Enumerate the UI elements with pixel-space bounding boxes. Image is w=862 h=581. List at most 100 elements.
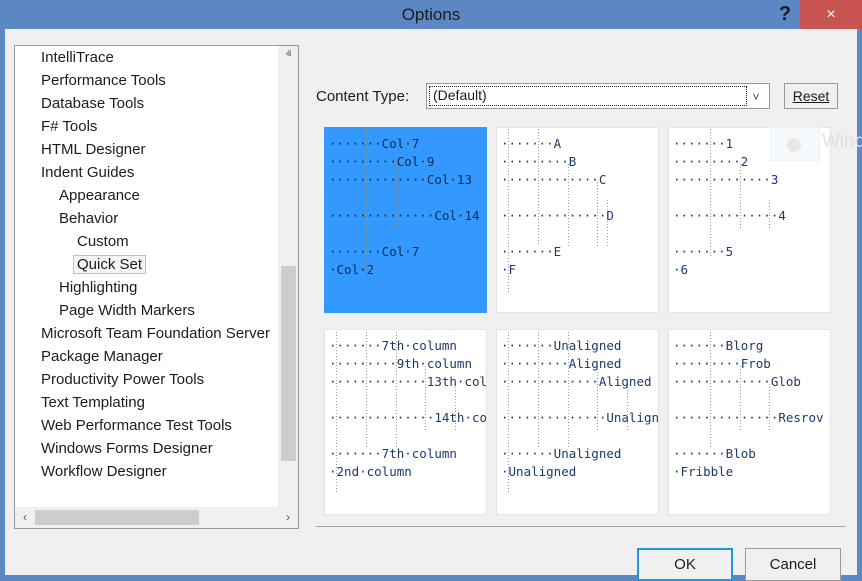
scroll-left-icon[interactable]: ‹ [15, 507, 35, 527]
tree-item-label: Highlighting [59, 279, 137, 296]
preview-line: ··············Resrov [673, 410, 824, 425]
tree-item[interactable]: ›Windows Forms Designer [15, 437, 277, 460]
tree-item[interactable]: ›F# Tools [15, 115, 277, 138]
preview-line: ·········9th·column [329, 356, 472, 371]
horizontal-scrollbar-thumb[interactable] [35, 510, 199, 525]
preview-line: ·F [501, 262, 516, 277]
preview-content: ·······A ·········B ·············C ········… [501, 136, 658, 312]
close-icon[interactable]: × [800, 0, 862, 29]
preview-line: ·········Frob [673, 356, 771, 371]
tree-item[interactable]: Page Width Markers [15, 299, 277, 322]
preview-line: ·6 [673, 262, 688, 277]
scroll-up-icon[interactable]: ⱏ [278, 46, 299, 65]
tree-horizontal-scrollbar[interactable]: ‹ › [14, 507, 299, 529]
preview-line: ·······Blorg [673, 338, 763, 353]
tree-item-label: IntelliTrace [41, 49, 114, 66]
content-type-combobox[interactable]: (Default) ˅ [426, 83, 770, 109]
tree-item[interactable]: ›Database Tools [15, 92, 277, 115]
reset-button-label: Reset [793, 88, 830, 104]
reset-button[interactable]: Reset [784, 83, 838, 109]
preview-line: ·············C [501, 172, 606, 187]
tree-item-label: Productivity Power Tools [41, 371, 204, 388]
preview-line: ·······Unaligned [501, 338, 621, 353]
tree-item[interactable]: ›HTML Designer [15, 138, 277, 161]
tree-item[interactable]: ›Microsoft Team Foundation Server [15, 322, 277, 345]
tree-item[interactable]: ›Workflow Designer [15, 460, 277, 483]
preview-letters[interactable]: ·······A ·········B ·············C ········… [496, 127, 659, 313]
scroll-right-icon[interactable]: › [278, 507, 298, 527]
preview-line: ··············Unaligne [501, 410, 659, 425]
tree-vertical-scrollbar[interactable]: ⱏ ⱟ [277, 46, 298, 507]
preview-line: ·······A [501, 136, 561, 151]
preview-col-numbers[interactable]: ·······Col·7·········Col·9·············C… [324, 127, 487, 313]
preview-line: ·······7th·column [329, 446, 457, 461]
tree-item[interactable]: Custom [15, 230, 277, 253]
tree-item-label: Appearance [59, 187, 140, 204]
tree-item[interactable]: ◢Indent Guides [15, 161, 277, 184]
tree-item-label: Custom [77, 233, 129, 250]
options-tree[interactable]: ›IntelliTrace›Performance Tools›Database… [15, 46, 277, 486]
tree-item-label: Workflow Designer [41, 463, 167, 480]
ok-button[interactable]: OK [637, 548, 733, 581]
tree-item-label: Text Templating [41, 394, 145, 411]
preview-line: ·······Col·7 [329, 136, 419, 151]
preview-content: ·······Col·7·········Col·9·············C… [329, 136, 486, 312]
tree-item[interactable]: ◢Behavior [15, 207, 277, 230]
preview-line: ·······Blob [673, 446, 756, 461]
chevron-down-icon[interactable]: ˅ [747, 88, 765, 106]
tree-item-label: Package Manager [41, 348, 163, 365]
preview-line: ·········B [501, 154, 576, 169]
preview-line: ··············14th·col [329, 410, 487, 425]
tree-item[interactable]: Quick Set [15, 253, 277, 276]
tree-item-label: HTML Designer [41, 141, 145, 158]
tree-item[interactable]: ›Web Performance Test Tools [15, 414, 277, 437]
indent-guide-line [607, 200, 608, 246]
tree-item[interactable]: ›IntelliTrace [15, 46, 277, 69]
preview-line: ·2nd·column [329, 464, 412, 479]
scroll-down-icon[interactable]: ⱟ [278, 488, 299, 507]
tree-item[interactable]: ›Package Manager [15, 345, 277, 368]
vertical-scrollbar-thumb[interactable] [281, 266, 296, 461]
dialog-client-area: ›IntelliTrace›Performance Tools›Database… [5, 29, 857, 575]
title-bar: Options ? × [0, 0, 862, 29]
indent-guide-preview-grid: ·······Col·7·········Col·9·············C… [324, 127, 841, 505]
preview-digits[interactable]: ·······1·········2·············3········… [668, 127, 831, 313]
tree-item-label: Windows Forms Designer [41, 440, 213, 457]
tree-item[interactable]: Highlighting [15, 276, 277, 299]
preview-line: ·············Glob [673, 374, 801, 389]
preview-line: ·······1 [673, 136, 733, 151]
preview-columns[interactable]: ·······7th·column ·········9th·column ····… [324, 329, 487, 515]
preview-line: ·Unaligned [501, 464, 576, 479]
preview-content: ·······7th·column ·········9th·column ····… [329, 338, 486, 514]
content-type-label: Content Type: [316, 88, 409, 105]
preview-line: ··············4 [673, 208, 786, 223]
preview-line: ·Fribble [673, 464, 733, 479]
tree-item-label: Page Width Markers [59, 302, 195, 319]
preview-content: ·······Blorg ·········Frob ·············Gl… [673, 338, 830, 514]
tree-item-label: F# Tools [41, 118, 97, 135]
help-icon[interactable]: ? [770, 0, 800, 29]
cancel-button[interactable]: Cancel [745, 548, 841, 581]
preview-line: ·············Col·13 [329, 172, 472, 187]
preview-line: ·········Aligned [501, 356, 621, 371]
preview-content: ·······Unaligned ·········Aligned ········… [501, 338, 658, 514]
preview-line: ·······E [501, 244, 561, 259]
preview-line: ·Col·2 [329, 262, 374, 277]
preview-line: ·······5 [673, 244, 733, 259]
options-tree-panel: ›IntelliTrace›Performance Tools›Database… [14, 45, 299, 508]
preview-line: ·······Col·7 [329, 244, 419, 259]
content-type-row: Content Type: (Default) ˅ Reset [316, 83, 844, 113]
tree-item-label: Performance Tools [41, 72, 166, 89]
content-type-value: (Default) [433, 87, 487, 103]
preview-line: ·········2 [673, 154, 748, 169]
tree-item[interactable]: Appearance [15, 184, 277, 207]
tree-item[interactable]: ›Performance Tools [15, 69, 277, 92]
preview-line: ··············D [501, 208, 614, 223]
tree-item[interactable]: ›Text Templating [15, 391, 277, 414]
preview-line: ·············13th·col. [329, 374, 487, 389]
preview-words[interactable]: ·······Blorg ·········Frob ·············Gl… [668, 329, 831, 515]
footer-separator [316, 526, 845, 527]
preview-line: ··············Col·14 [329, 208, 480, 223]
preview-aligned[interactable]: ·······Unaligned ·········Aligned ········… [496, 329, 659, 515]
tree-item[interactable]: ›Productivity Power Tools [15, 368, 277, 391]
